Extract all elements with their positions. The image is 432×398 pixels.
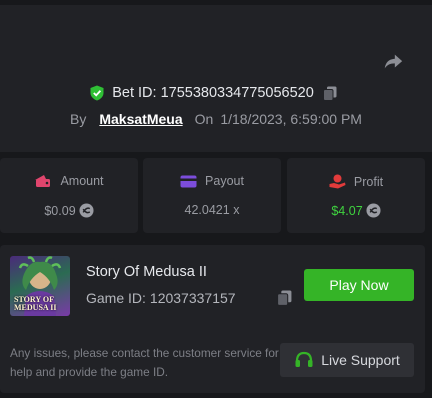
bet-details-panel: Bet ID: 1755380334775056520 By MaksatMeu… <box>0 5 432 152</box>
wallet-icon <box>35 175 51 187</box>
bet-author-row: By MaksatMeua On 1/18/2023, 6:59:00 PM <box>0 109 432 129</box>
card-icon <box>180 175 197 187</box>
bet-datetime: 1/18/2023, 6:59:00 PM <box>220 111 362 127</box>
payout-value: 42.0421 x <box>184 203 240 217</box>
profit-value: $4.07 <box>331 203 363 218</box>
game-panel: STORY OF MEDUSA II Story Of Medusa II Gam… <box>0 245 425 393</box>
game-id-row: Game ID: 12037337157 <box>86 290 236 306</box>
copy-icon[interactable] <box>277 290 292 306</box>
game-id-value: 12037337157 <box>149 290 236 306</box>
bet-id-row: Bet ID: 1755380334775056520 <box>0 83 432 103</box>
coin-icon <box>79 203 94 218</box>
bet-id-value: 1755380334775056520 <box>160 85 314 101</box>
game-title: Story Of Medusa II <box>86 264 207 280</box>
coin-icon <box>366 203 381 218</box>
coin-hand-icon <box>329 174 346 189</box>
bet-id-label: Bet ID: <box>112 85 157 101</box>
game-id-label: Game ID: <box>86 290 146 306</box>
by-label: By <box>70 111 87 127</box>
share-icon[interactable] <box>382 51 404 73</box>
amount-value: $0.09 <box>44 203 76 218</box>
live-support-label: Live Support <box>321 352 400 368</box>
support-notice: Any issues, please contact the customer … <box>10 346 279 379</box>
profit-card: Profit $4.07 <box>287 158 425 233</box>
payout-card: Payout 42.0421 x <box>143 158 281 233</box>
username-link[interactable]: MaksatMeua <box>99 111 182 127</box>
thumbnail-title: STORY OF MEDUSA II <box>14 295 57 312</box>
live-support-button[interactable]: Live Support <box>280 343 414 377</box>
headset-icon <box>295 351 313 367</box>
on-label: On <box>194 111 214 127</box>
play-now-button[interactable]: Play Now <box>304 269 414 301</box>
amount-label: Amount <box>60 174 104 188</box>
game-thumbnail[interactable]: STORY OF MEDUSA II <box>10 256 70 316</box>
verified-shield-icon <box>90 85 104 101</box>
amount-card: Amount $0.09 <box>0 158 138 233</box>
payout-label: Payout <box>205 174 244 188</box>
profit-label: Profit <box>353 174 384 189</box>
copy-icon[interactable] <box>322 86 337 101</box>
